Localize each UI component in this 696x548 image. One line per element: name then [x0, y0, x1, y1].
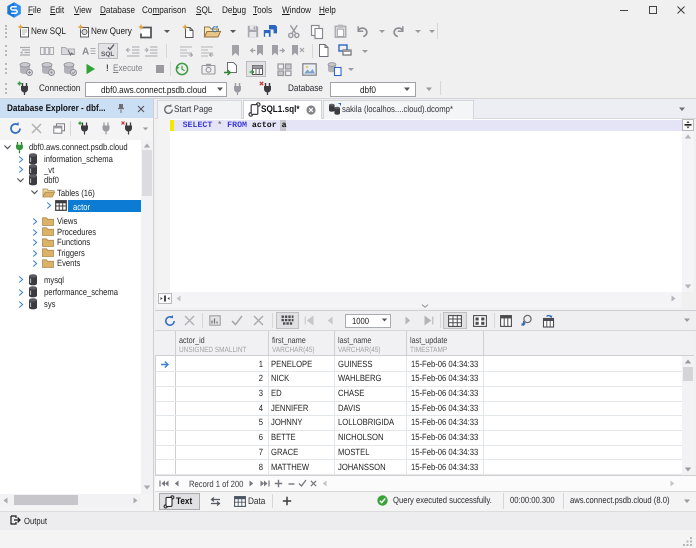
svg-text:SQL: SQL: [101, 51, 114, 58]
svg-text:A: A: [82, 47, 89, 58]
